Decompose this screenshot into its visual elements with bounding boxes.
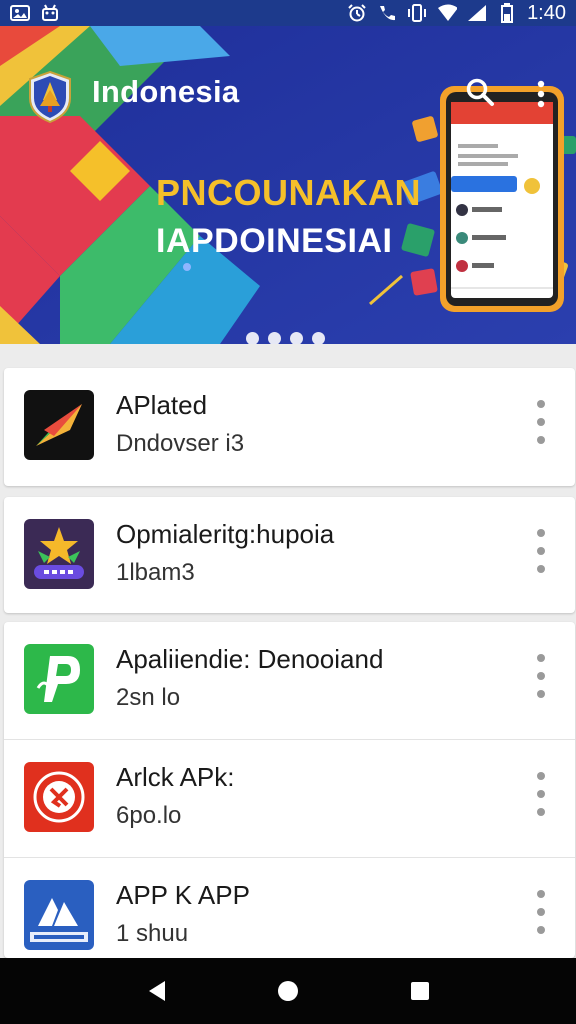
app-list-item[interactable]: APP K APP 1 shuu (4, 858, 575, 958)
app-title-text: APlated (116, 390, 208, 420)
status-bar: 1:40 (0, 0, 576, 26)
search-icon (466, 78, 494, 106)
app-card: APlated Dndovser i3 (4, 368, 575, 486)
arrow-app-icon (24, 390, 94, 460)
carousel-dot[interactable] (246, 332, 259, 344)
phone-illustration (440, 86, 564, 312)
app-list-item[interactable]: APlated Dndovser i3 (4, 368, 575, 486)
app-title-text: Arlck APk: (116, 762, 235, 792)
recents-button[interactable] (400, 971, 440, 1011)
promo-banner[interactable]: Indonesia PNCOUNAKAN IAPDOINESIAI (0, 26, 576, 344)
badge-app-icon (24, 762, 94, 832)
more-vert-icon[interactable] (531, 529, 551, 573)
banner-subheadline: IAPDOINESIAI (156, 222, 393, 260)
app-shield-logo (26, 70, 74, 124)
app-title-text: Opmialeritg:hupoia (116, 519, 335, 549)
app-card: Opmialeritg:hupoia 1lbam3 (4, 497, 575, 613)
app-subtitle-text: 1lbam3 (116, 559, 195, 586)
app-list-item[interactable]: Arlck APk: 6po.lo (4, 740, 575, 858)
app-list-item[interactable]: Apaliiendie: Denooiand 2sn lo (4, 622, 575, 740)
home-button[interactable] (268, 971, 308, 1011)
more-vert-icon[interactable] (531, 400, 551, 444)
app-title-text: APP K APP (116, 880, 250, 910)
alarm-icon (347, 4, 367, 22)
mountain-app-icon (24, 880, 94, 950)
recents-icon (411, 982, 429, 1000)
banner-headline: PNCOUNAKAN (156, 172, 421, 213)
app-subtitle-text: 1 shuu (116, 920, 189, 947)
more-vert-icon[interactable] (531, 772, 551, 816)
carousel-dot[interactable] (290, 332, 303, 344)
battery-icon (497, 3, 517, 23)
carousel-indicator[interactable] (246, 332, 325, 344)
app-subtitle-text: 2sn lo (116, 684, 181, 711)
more-vert-icon[interactable] (531, 890, 551, 934)
overflow-menu-button[interactable] (524, 74, 558, 114)
system-navigation-bar (0, 958, 576, 1024)
vibrate-icon (407, 4, 427, 22)
carousel-dot[interactable] (268, 332, 281, 344)
more-vert-icon (537, 80, 545, 108)
home-icon (278, 981, 298, 1001)
back-icon (149, 981, 165, 1001)
status-time: 1:40 (527, 1, 566, 24)
app-title-text: Apaliiendie: Denooiand (116, 644, 384, 674)
star-app-icon (24, 519, 94, 589)
signal-icon (467, 4, 487, 22)
carousel-dot[interactable] (312, 332, 325, 344)
wifi-icon (437, 4, 458, 22)
more-vert-icon[interactable] (531, 654, 551, 698)
call-icon (377, 4, 397, 22)
app-subtitle-text: 6po.lo (116, 802, 182, 829)
app-card: Apaliiendie: Denooiand 2sn lo Arlck APk:… (4, 622, 575, 958)
app-subtitle-text: Dndovser i3 (116, 430, 245, 457)
back-button[interactable] (136, 971, 176, 1011)
app-list-item[interactable]: Opmialeritg:hupoia 1lbam3 (4, 497, 575, 615)
app-title: Indonesia (92, 74, 240, 109)
search-button[interactable] (460, 72, 500, 112)
android-icon (40, 4, 60, 22)
gallery-icon (10, 4, 30, 22)
p-app-icon (24, 644, 94, 714)
